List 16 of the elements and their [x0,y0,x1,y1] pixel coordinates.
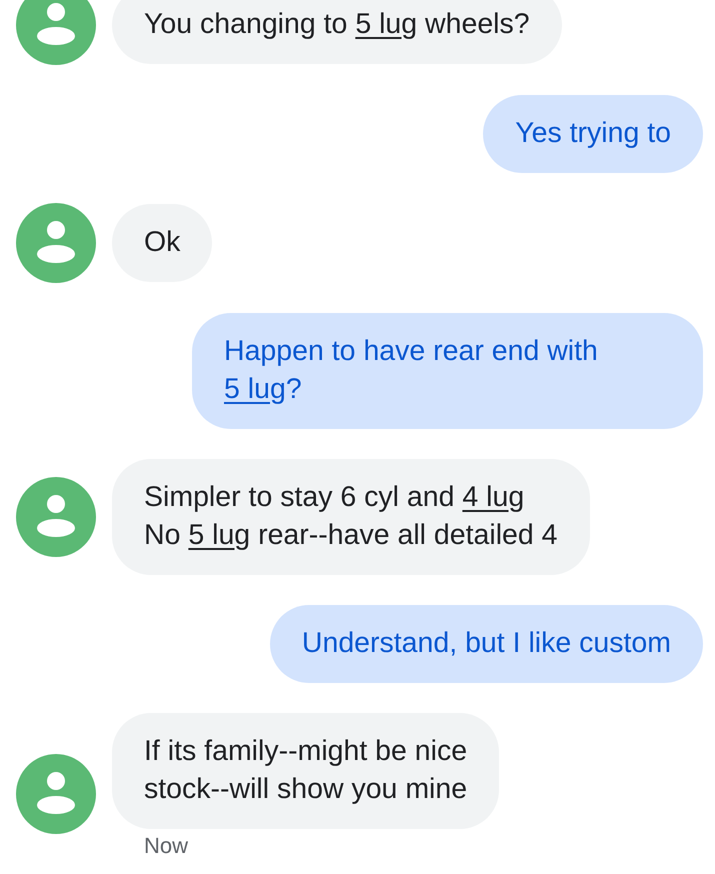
avatar-icon[interactable] [16,203,96,283]
message-bubble: If its family--might be nice stock--will show you mine [112,713,500,829]
avatar-icon[interactable] [16,0,96,65]
message-bubble: Ok [112,204,212,282]
timestamp: Now [144,833,188,859]
avatar-icon[interactable] [16,477,96,557]
avatar-icon[interactable] [16,754,96,834]
message-bubble: You changing to 5 lug wheels? [112,0,562,64]
link[interactable]: 5 lug [355,8,418,40]
message-bubble: Yes trying to [483,95,703,173]
link[interactable]: 4 lug [462,481,524,513]
message-bubble: Happen to have rear end with 5 lug? [192,313,703,429]
message-bubble: Simpler to stay 6 cyl and 4 lug No 5 lug rear--have all detailed 4 [112,459,590,575]
message-bubble: Understand, but I like custom [270,605,703,683]
link[interactable]: 5 lug [224,373,286,405]
link[interactable]: 5 lug [188,519,250,551]
